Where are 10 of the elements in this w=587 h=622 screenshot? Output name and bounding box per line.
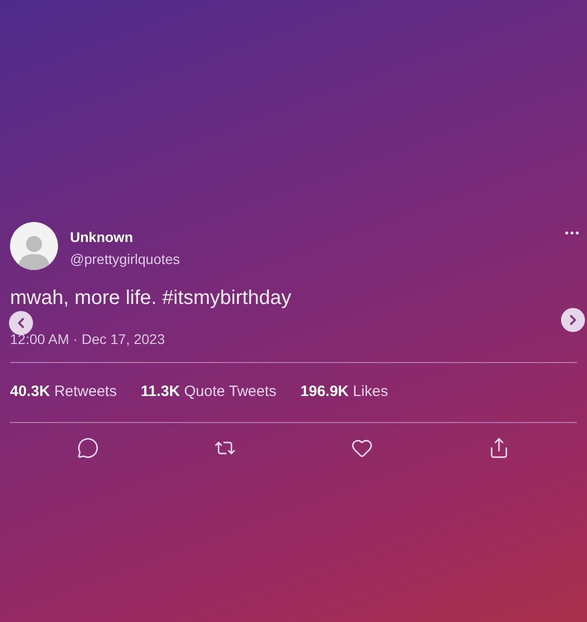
author-name: Unknown: [70, 228, 134, 246]
timestamp: 12:00 AM · Dec 17, 2023: [10, 330, 166, 348]
stat-count[interactable]: 40.3K Retweets: [10, 381, 117, 404]
reply-icon[interactable]: [77, 436, 100, 458]
next-button[interactable]: [561, 308, 585, 332]
previous-button[interactable]: [9, 311, 33, 335]
tweet-text: mwah, more life. #itsmybirthday: [10, 286, 292, 310]
stat-count[interactable]: 11.3K Quote Tweets: [140, 381, 276, 404]
stat-count[interactable]: 196.9K Likes: [300, 381, 388, 404]
author-handle: @prettygirlquotes: [70, 250, 180, 268]
